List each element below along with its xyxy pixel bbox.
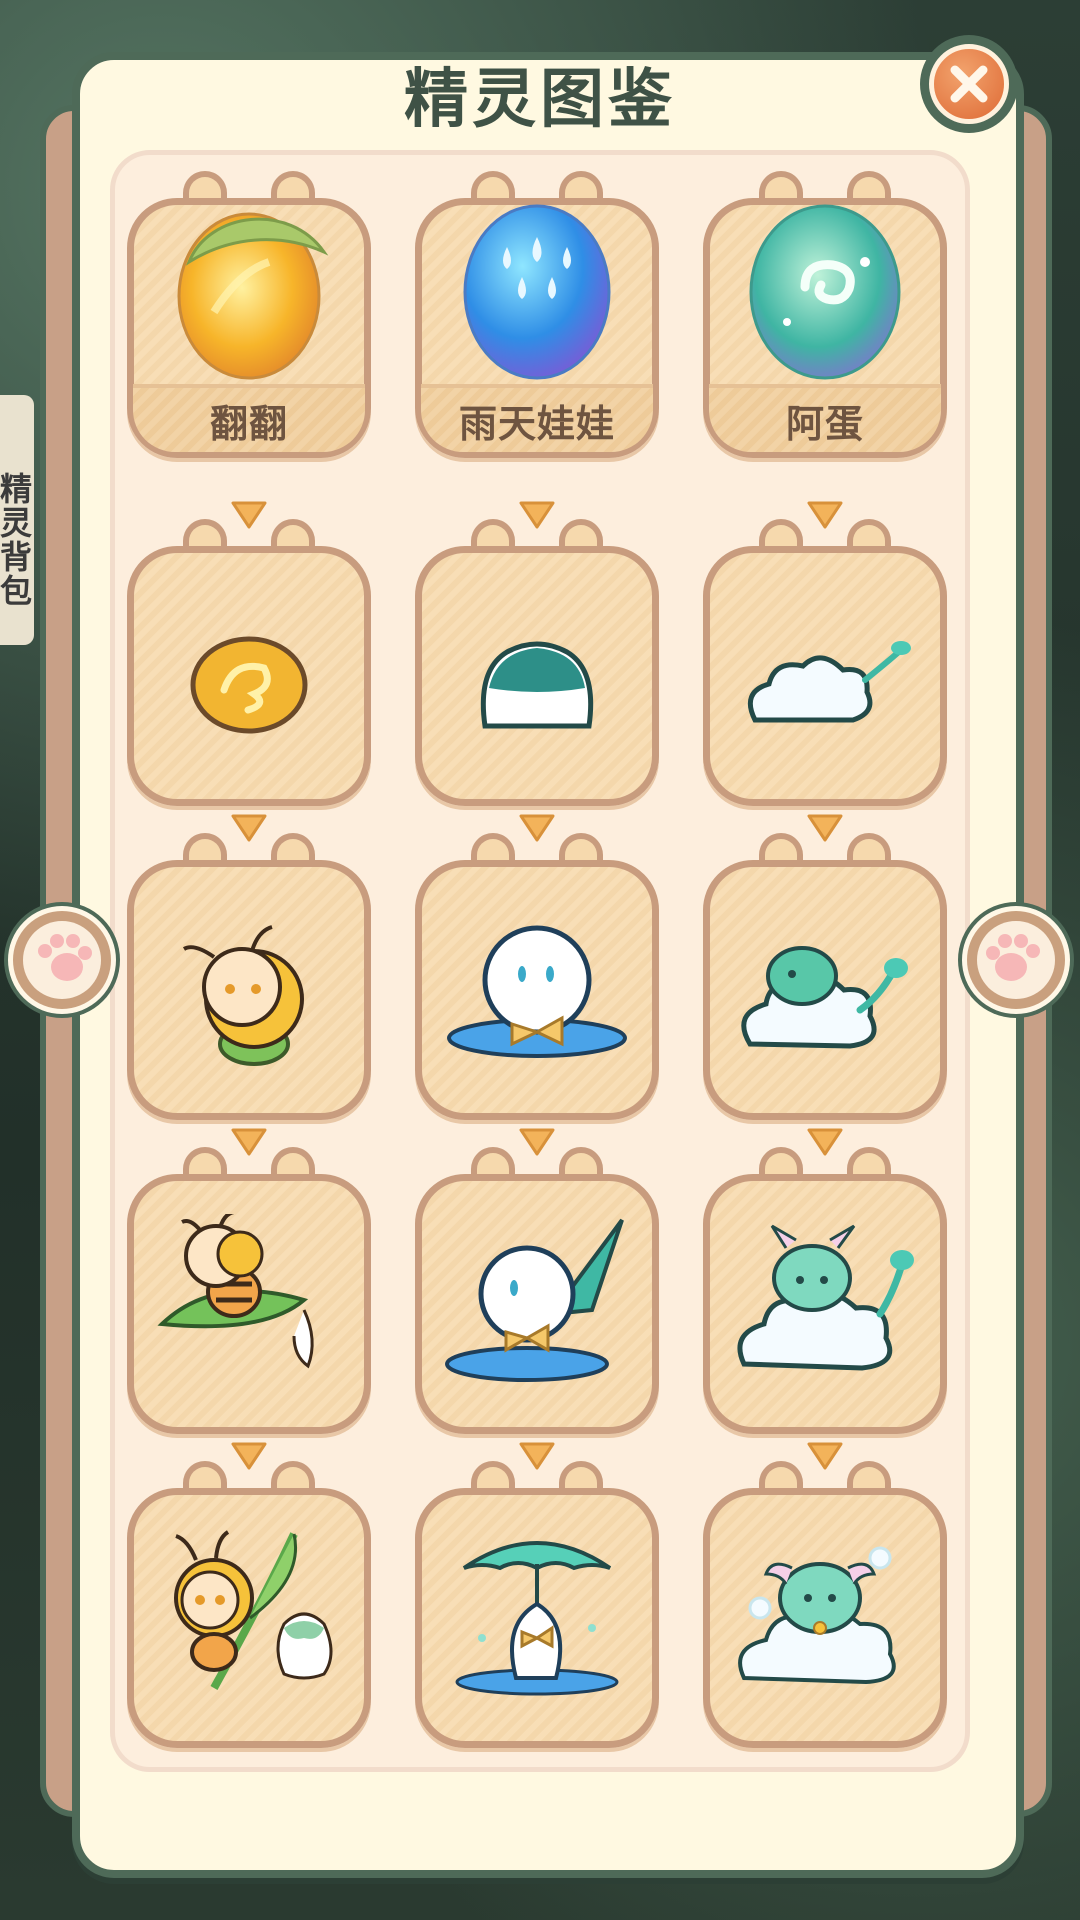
jelly-dome-icon — [480, 641, 594, 729]
sprite-card[interactable] — [127, 1147, 371, 1434]
sprite-card[interactable] — [703, 1461, 947, 1748]
sprite-card[interactable] — [415, 1461, 659, 1748]
cloud-goat-icon — [737, 1224, 914, 1371]
sprite-card-fanfan[interactable]: 翻翻 — [127, 171, 371, 458]
ghost-umbrella-closed-icon — [445, 1218, 624, 1382]
sprite-card[interactable] — [127, 833, 371, 1120]
prev-page-button[interactable] — [8, 906, 116, 1014]
sprite-card[interactable] — [703, 833, 947, 1120]
cloud-bird-icon — [741, 946, 908, 1049]
puddle-ghost-bowtie-icon — [447, 925, 627, 1058]
sprite-card[interactable] — [703, 519, 947, 806]
swirl-cloud-egg-icon — [749, 204, 901, 380]
paw-icon — [986, 934, 1040, 981]
bee-fairy-leaf-icon — [174, 1530, 333, 1690]
sprite-card[interactable] — [127, 1461, 371, 1748]
bee-on-leaf-icon — [157, 1214, 314, 1369]
sprite-card[interactable] — [415, 833, 659, 1120]
next-page-button[interactable] — [962, 906, 1070, 1014]
sprite-card-rain-doll[interactable]: 雨天娃娃 — [415, 171, 659, 458]
sprite-name: 阿蛋 — [709, 384, 941, 452]
golden-leaf-egg-icon — [177, 212, 329, 380]
flower-bug-icon — [182, 925, 304, 1066]
raindrop-blue-egg-icon — [463, 204, 611, 380]
sprite-card[interactable] — [127, 519, 371, 806]
sprite-card[interactable] — [703, 1147, 947, 1434]
sprite-card[interactable] — [415, 1147, 659, 1434]
close-icon — [950, 65, 988, 103]
sprite-card-adan[interactable]: 阿蛋 — [703, 171, 947, 458]
ghost-umbrella-open-icon — [455, 1541, 619, 1696]
cloud-goat-fluffy-icon — [738, 1546, 896, 1685]
paw-icon — [38, 934, 92, 981]
sprite-backpack-tab[interactable]: 精灵背包 — [0, 395, 34, 645]
cloud-sprout-icon — [747, 641, 911, 723]
sprite-card[interactable] — [415, 519, 659, 806]
golden-seed-icon — [190, 636, 308, 734]
sprite-backpack-label: 精灵背包 — [0, 472, 33, 608]
dialog-title: 精灵图鉴 — [404, 63, 676, 137]
close-button[interactable] — [920, 35, 1018, 133]
sprite-name: 雨天娃娃 — [421, 384, 653, 452]
sprite-name: 翻翻 — [133, 384, 365, 452]
